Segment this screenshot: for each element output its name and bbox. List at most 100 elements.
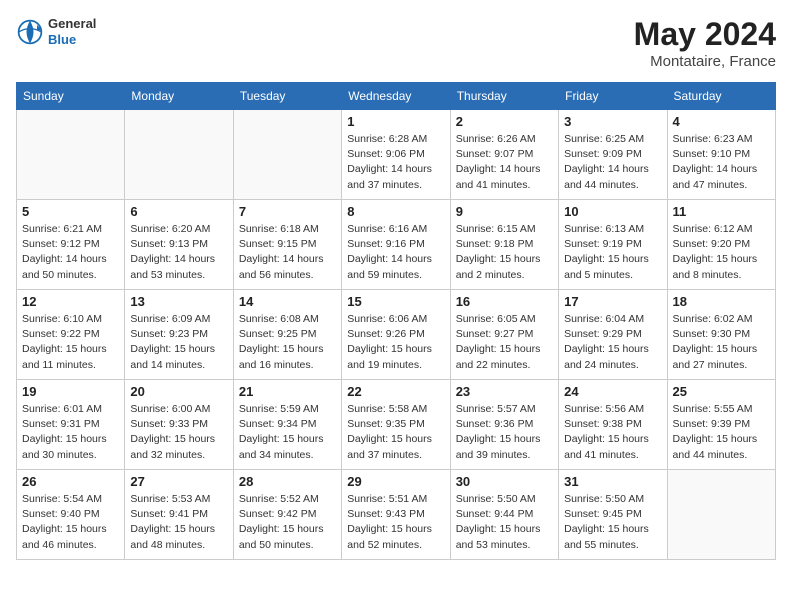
day-number: 6 [130,204,227,219]
title-block: May 2024 Montataire, France [634,16,776,70]
calendar-cell: 7Sunrise: 6:18 AM Sunset: 9:15 PM Daylig… [233,200,341,290]
day-number: 28 [239,474,336,489]
calendar-cell: 4Sunrise: 6:23 AM Sunset: 9:10 PM Daylig… [667,110,775,200]
day-info: Sunrise: 6:20 AM Sunset: 9:13 PM Dayligh… [130,222,227,283]
weekday-header: Sunday [17,83,125,110]
week-row: 26 Sunrise: 5:54 AM Sunset: 9:40 PM Dayli… [17,470,776,560]
week-row: 12 Sunrise: 6:10 AM Sunset: 9:22 PM Dayli… [17,290,776,380]
calendar-cell: 13 Sunrise: 6:09 AM Sunset: 9:23 PM Dayli… [125,290,233,380]
logo-line2: Blue [48,32,96,48]
day-number: 12 [22,294,119,309]
day-info: Sunrise: 5:52 AM Sunset: 9:42 PM Dayligh… [239,492,336,553]
day-info: Sunrise: 5:57 AM Sunset: 9:36 PM Dayligh… [456,402,553,463]
calendar-cell [233,110,341,200]
day-number: 2 [456,114,553,129]
day-info: Sunrise: 6:21 AM Sunset: 9:12 PM Dayligh… [22,222,119,283]
day-info: Sunrise: 6:16 AM Sunset: 9:16 PM Dayligh… [347,222,444,283]
day-info: Sunrise: 6:09 AM Sunset: 9:23 PM Dayligh… [130,312,227,373]
logo: General Blue [16,16,96,47]
day-info: Sunrise: 5:54 AM Sunset: 9:40 PM Dayligh… [22,492,119,553]
weekday-header: Monday [125,83,233,110]
day-info: Sunrise: 6:12 AM Sunset: 9:20 PM Dayligh… [673,222,770,283]
day-number: 30 [456,474,553,489]
day-info: Sunrise: 6:10 AM Sunset: 9:22 PM Dayligh… [22,312,119,373]
day-info: Sunrise: 6:15 AM Sunset: 9:18 PM Dayligh… [456,222,553,283]
calendar-cell: 16Sunrise: 6:05 AM Sunset: 9:27 PM Dayli… [450,290,558,380]
calendar-cell: 23 Sunrise: 5:57 AM Sunset: 9:36 PM Dayli… [450,380,558,470]
logo-icon [16,18,44,46]
day-number: 1 [347,114,444,129]
day-number: 20 [130,384,227,399]
calendar-cell: 19 Sunrise: 6:01 AM Sunset: 9:31 PM Dayli… [17,380,125,470]
day-number: 19 [22,384,119,399]
calendar-cell: 5Sunrise: 6:21 AM Sunset: 9:12 PM Daylig… [17,200,125,290]
weekday-header-row: SundayMondayTuesdayWednesdayThursdayFrid… [17,83,776,110]
day-info: Sunrise: 6:01 AM Sunset: 9:31 PM Dayligh… [22,402,119,463]
logo-text: General Blue [48,16,96,47]
calendar-cell: 12 Sunrise: 6:10 AM Sunset: 9:22 PM Dayli… [17,290,125,380]
calendar-cell: 20 Sunrise: 6:00 AM Sunset: 9:33 PM Dayli… [125,380,233,470]
day-number: 8 [347,204,444,219]
calendar-cell: 31Sunrise: 5:50 AM Sunset: 9:45 PM Dayli… [559,470,667,560]
day-info: Sunrise: 6:00 AM Sunset: 9:33 PM Dayligh… [130,402,227,463]
week-row: 19 Sunrise: 6:01 AM Sunset: 9:31 PM Dayli… [17,380,776,470]
day-number: 23 [456,384,553,399]
calendar-cell: 11 Sunrise: 6:12 AM Sunset: 9:20 PM Dayli… [667,200,775,290]
calendar-cell: 21 Sunrise: 5:59 AM Sunset: 9:34 PM Dayli… [233,380,341,470]
day-number: 29 [347,474,444,489]
day-number: 25 [673,384,770,399]
calendar-cell [17,110,125,200]
week-row: 5Sunrise: 6:21 AM Sunset: 9:12 PM Daylig… [17,200,776,290]
weekday-header: Thursday [450,83,558,110]
day-number: 18 [673,294,770,309]
calendar-cell: 9 Sunrise: 6:15 AM Sunset: 9:18 PM Daylig… [450,200,558,290]
day-number: 26 [22,474,119,489]
calendar-cell: 6 Sunrise: 6:20 AM Sunset: 9:13 PM Daylig… [125,200,233,290]
calendar-cell: 24 Sunrise: 5:56 AM Sunset: 9:38 PM Dayli… [559,380,667,470]
day-info: Sunrise: 6:08 AM Sunset: 9:25 PM Dayligh… [239,312,336,373]
weekday-header: Saturday [667,83,775,110]
calendar-cell [125,110,233,200]
day-number: 11 [673,204,770,219]
day-info: Sunrise: 5:59 AM Sunset: 9:34 PM Dayligh… [239,402,336,463]
day-info: Sunrise: 6:25 AM Sunset: 9:09 PM Dayligh… [564,132,661,193]
calendar-cell: 28 Sunrise: 5:52 AM Sunset: 9:42 PM Dayli… [233,470,341,560]
day-info: Sunrise: 6:05 AM Sunset: 9:27 PM Dayligh… [456,312,553,373]
calendar-cell: 1Sunrise: 6:28 AM Sunset: 9:06 PM Daylig… [342,110,450,200]
day-info: Sunrise: 6:06 AM Sunset: 9:26 PM Dayligh… [347,312,444,373]
calendar-cell: 14 Sunrise: 6:08 AM Sunset: 9:25 PM Dayli… [233,290,341,380]
calendar-cell [667,470,775,560]
day-info: Sunrise: 6:04 AM Sunset: 9:29 PM Dayligh… [564,312,661,373]
day-info: Sunrise: 5:56 AM Sunset: 9:38 PM Dayligh… [564,402,661,463]
day-info: Sunrise: 5:58 AM Sunset: 9:35 PM Dayligh… [347,402,444,463]
day-number: 15 [347,294,444,309]
calendar-cell: 25 Sunrise: 5:55 AM Sunset: 9:39 PM Dayli… [667,380,775,470]
page-header: General Blue May 2024 Montataire, France [16,16,776,70]
day-number: 3 [564,114,661,129]
day-number: 24 [564,384,661,399]
day-number: 13 [130,294,227,309]
day-number: 10 [564,204,661,219]
day-number: 9 [456,204,553,219]
weekday-header: Friday [559,83,667,110]
day-info: Sunrise: 6:26 AM Sunset: 9:07 PM Dayligh… [456,132,553,193]
day-number: 22 [347,384,444,399]
day-number: 14 [239,294,336,309]
day-info: Sunrise: 6:13 AM Sunset: 9:19 PM Dayligh… [564,222,661,283]
calendar-cell: 26 Sunrise: 5:54 AM Sunset: 9:40 PM Dayli… [17,470,125,560]
logo-line1: General [48,16,96,32]
month-year: May 2024 [634,16,776,53]
day-info: Sunrise: 6:02 AM Sunset: 9:30 PM Dayligh… [673,312,770,373]
day-info: Sunrise: 5:55 AM Sunset: 9:39 PM Dayligh… [673,402,770,463]
day-info: Sunrise: 6:18 AM Sunset: 9:15 PM Dayligh… [239,222,336,283]
day-number: 21 [239,384,336,399]
weekday-header: Tuesday [233,83,341,110]
calendar-cell: 8 Sunrise: 6:16 AM Sunset: 9:16 PM Daylig… [342,200,450,290]
day-number: 31 [564,474,661,489]
calendar-table: SundayMondayTuesdayWednesdayThursdayFrid… [16,82,776,560]
calendar-cell: 17 Sunrise: 6:04 AM Sunset: 9:29 PM Dayli… [559,290,667,380]
day-number: 17 [564,294,661,309]
day-info: Sunrise: 5:53 AM Sunset: 9:41 PM Dayligh… [130,492,227,553]
day-number: 27 [130,474,227,489]
weekday-header: Wednesday [342,83,450,110]
